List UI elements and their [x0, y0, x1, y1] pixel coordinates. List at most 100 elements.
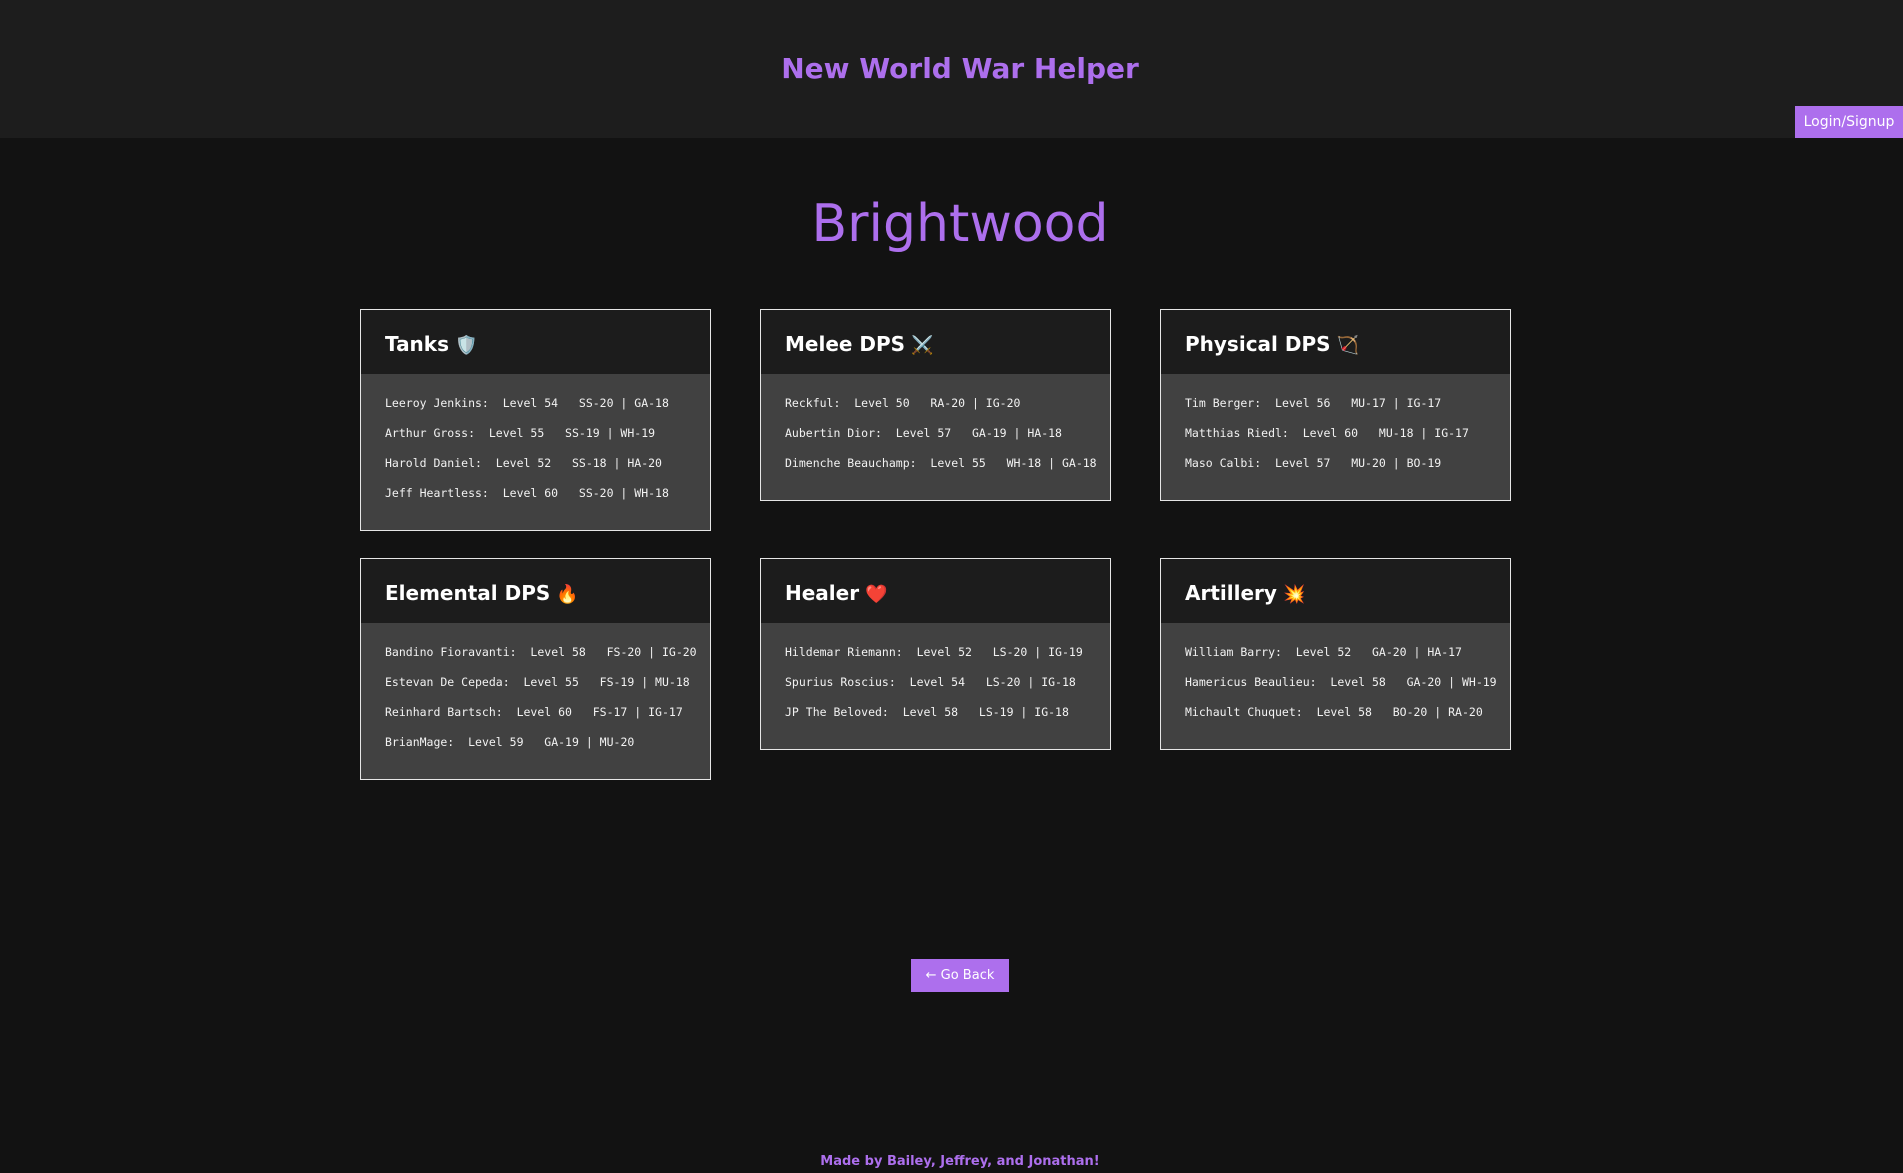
list-item: Tim Berger: Level 56 MU-17 | IG-17: [1185, 396, 1486, 426]
role-card-elemental-dps: Elemental DPS 🔥 Bandino Fioravanti: Level…: [360, 558, 711, 780]
player-list: Leeroy Jenkins: Level 54 SS-20 | GA-18 A…: [361, 374, 710, 530]
list-item: Arthur Gross: Level 55 SS-19 | WH-19: [385, 426, 686, 456]
player-level: Level 55: [488, 426, 545, 440]
player-weapons: SS-18 | HA-20: [571, 456, 662, 470]
player-list: Reckful: Level 50 RA-20 | IG-20 Aubertin…: [761, 374, 1110, 500]
player-level: Level 58: [902, 705, 959, 719]
list-item: Dimenche Beauchamp: Level 55 WH-18 | GA-…: [785, 456, 1097, 486]
player-weapons: MU-20 | BO-19: [1351, 456, 1442, 470]
player-name: Hamericus Beaulieu:: [1185, 675, 1317, 689]
list-item: William Barry: Level 52 GA-20 | HA-17: [1185, 645, 1486, 675]
player-weapons: LS-20 | IG-19: [992, 645, 1083, 659]
card-header: Healer ❤️: [761, 559, 1110, 623]
list-item: Jeff Heartless: Level 60 SS-20 | WH-18: [385, 486, 686, 516]
player-name: Michault Chuquet:: [1185, 705, 1303, 719]
player-name: BrianMage:: [385, 735, 455, 749]
list-item: Reckful: Level 50 RA-20 | IG-20: [785, 396, 1086, 426]
list-item: Aubertin Dior: Level 57 GA-19 | HA-18: [785, 426, 1086, 456]
player-name: Jeff Heartless:: [385, 486, 489, 500]
player-level: Level 50: [854, 396, 910, 410]
player-level: Level 52: [495, 456, 552, 470]
page-title: Brightwood: [811, 194, 1109, 254]
player-weapons: SS-20 | GA-18: [578, 396, 669, 410]
player-weapons: SS-20 | WH-18: [578, 486, 669, 500]
heart-icon: ❤️: [865, 584, 888, 605]
player-name: Estevan De Cepeda:: [385, 675, 510, 689]
bow-and-arrow-icon: 🏹: [1336, 335, 1359, 356]
player-list: Bandino Fioravanti: Level 58 FS-20 | IG-…: [361, 623, 710, 779]
list-item: Estevan De Cepeda: Level 55 FS-19 | MU-1…: [385, 675, 690, 705]
player-weapons: GA-20 | WH-19: [1406, 675, 1497, 689]
player-name: Spurius Roscius:: [785, 675, 896, 689]
player-list: Tim Berger: Level 56 MU-17 | IG-17 Matth…: [1161, 374, 1510, 500]
crossed-swords-icon: ⚔️: [911, 335, 934, 356]
site-header: New World War Helper Login/Signup: [0, 0, 1903, 138]
list-item: Harold Daniel: Level 52 SS-18 | HA-20: [385, 456, 686, 486]
player-level: Level 55: [523, 675, 579, 689]
player-name: Arthur Gross:: [385, 426, 476, 440]
player-weapons: WH-18 | GA-18: [1006, 456, 1097, 470]
player-level: Level 54: [502, 396, 559, 410]
footer-credits: Made by Bailey, Jeffrey, and Jonathan!: [820, 1154, 1100, 1169]
card-header: Physical DPS 🏹: [1161, 310, 1510, 374]
list-item: Bandino Fioravanti: Level 58 FS-20 | IG-…: [385, 645, 697, 675]
fire-icon: 🔥: [556, 584, 579, 605]
card-title: Tanks: [385, 332, 450, 356]
player-name: Tim Berger:: [1185, 396, 1262, 410]
card-title: Physical DPS: [1185, 332, 1331, 356]
list-item: Maso Calbi: Level 57 MU-20 | BO-19: [1185, 456, 1486, 486]
player-level: Level 52: [916, 645, 972, 659]
player-list: William Barry: Level 52 GA-20 | HA-17 Ha…: [1161, 623, 1510, 749]
player-name: Harold Daniel:: [385, 456, 482, 470]
card-title: Healer: [785, 581, 860, 605]
player-level: Level 60: [516, 705, 572, 719]
player-weapons: MU-18 | IG-17: [1378, 426, 1469, 440]
player-weapons: GA-19 | HA-18: [971, 426, 1062, 440]
player-level: Level 52: [1295, 645, 1352, 659]
list-item: JP The Beloved: Level 58 LS-19 | IG-18: [785, 705, 1086, 735]
player-weapons: GA-19 | MU-20: [544, 735, 635, 749]
card-header: Artillery 💥: [1161, 559, 1510, 623]
card-title: Elemental DPS: [385, 581, 551, 605]
list-item: Hamericus Beaulieu: Level 58 GA-20 | WH-…: [1185, 675, 1497, 705]
player-level: Level 60: [1302, 426, 1359, 440]
player-name: JP The Beloved:: [785, 705, 889, 719]
list-item: Leeroy Jenkins: Level 54 SS-20 | GA-18: [385, 396, 686, 426]
list-item: Reinhard Bartsch: Level 60 FS-17 | IG-17: [385, 705, 686, 735]
player-weapons: FS-20 | IG-20: [606, 645, 697, 659]
player-name: Bandino Fioravanti:: [385, 645, 517, 659]
explosion-icon: 💥: [1282, 584, 1306, 605]
role-card-tanks: Tanks 🛡️ Leeroy Jenkins: Level 54 SS-20 |…: [360, 309, 711, 531]
player-name: Aubertin Dior:: [785, 426, 882, 440]
player-weapons: MU-17 | IG-17: [1351, 396, 1442, 410]
player-weapons: FS-17 | IG-17: [592, 705, 683, 719]
player-weapons: BO-20 | RA-20: [1392, 705, 1483, 719]
player-name: Leeroy Jenkins:: [385, 396, 489, 410]
list-item: Michault Chuquet: Level 58 BO-20 | RA-20: [1185, 705, 1486, 735]
list-item: Spurius Roscius: Level 54 LS-20 | IG-18: [785, 675, 1086, 705]
player-weapons: GA-20 | HA-17: [1371, 645, 1462, 659]
login-signup-button[interactable]: Login/Signup: [1795, 106, 1903, 138]
player-level: Level 58: [530, 645, 586, 659]
player-name: Hildemar Riemann:: [785, 645, 903, 659]
role-card-physical-dps: Physical DPS 🏹 Tim Berger: Level 56 MU-17…: [1160, 309, 1511, 501]
player-level: Level 58: [1316, 705, 1372, 719]
player-list: Hildemar Riemann: Level 52 LS-20 | IG-19…: [761, 623, 1110, 749]
player-level: Level 58: [1330, 675, 1386, 689]
role-card-melee-dps: Melee DPS ⚔️ Reckful: Level 50 RA-20 | IG…: [760, 309, 1111, 501]
shield-icon: 🛡️: [455, 335, 478, 356]
player-level: Level 60: [502, 486, 559, 500]
player-weapons: LS-20 | IG-18: [985, 675, 1076, 689]
player-name: William Barry:: [1185, 645, 1282, 659]
player-weapons: RA-20 | IG-20: [930, 396, 1021, 410]
player-weapons: LS-19 | IG-18: [978, 705, 1069, 719]
player-name: Reckful:: [785, 396, 841, 410]
go-back-button[interactable]: ← Go Back: [911, 959, 1009, 992]
player-level: Level 57: [895, 426, 952, 440]
card-title: Melee DPS: [785, 332, 906, 356]
card-title: Artillery: [1185, 581, 1277, 605]
role-card-healer: Healer ❤️ Hildemar Riemann: Level 52 LS-2…: [760, 558, 1111, 750]
player-name: Reinhard Bartsch:: [385, 705, 503, 719]
card-header: Tanks 🛡️: [361, 310, 710, 374]
site-title: New World War Helper: [781, 52, 1139, 85]
